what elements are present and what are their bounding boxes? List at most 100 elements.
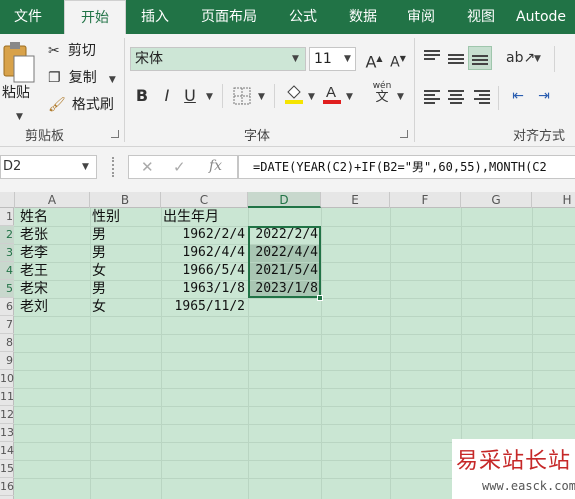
formula-input[interactable]: =DATE(YEAR(C2)+IF(B2="男",60,55),MONTH(C2 (238, 155, 575, 179)
font-name-dropdown-icon[interactable]: ▼ (292, 54, 299, 64)
select-all-corner[interactable] (0, 192, 15, 208)
align-center-icon[interactable] (448, 90, 464, 106)
row-header-7[interactable]: 7 (0, 316, 14, 334)
tab-file[interactable]: 文件 (0, 0, 56, 34)
clipboard-launcher-icon[interactable] (111, 130, 119, 138)
cell-a1[interactable]: 姓名 (20, 208, 48, 226)
format-painter-button[interactable]: 🖌 格式刷 (48, 96, 114, 115)
cell-c3[interactable]: 1962/4/4 (161, 244, 245, 262)
align-right-icon[interactable] (474, 90, 490, 106)
phonetic-guide-button[interactable]: wén 文 (370, 80, 394, 104)
align-left-icon[interactable] (424, 90, 440, 106)
clipboard-group-label: 剪贴板 (25, 129, 65, 144)
italic-button[interactable]: I (155, 84, 179, 108)
bold-label: B (135, 86, 149, 105)
phonetic-dropdown-icon[interactable]: ▼ (397, 92, 404, 102)
middle-align-icon[interactable] (448, 54, 464, 66)
row-header-16[interactable]: 16 (0, 478, 14, 496)
cell-a3[interactable]: 老李 (20, 244, 48, 262)
increase-indent-icon[interactable]: ⇥ (532, 84, 556, 108)
cell-c4[interactable]: 1966/5/4 (161, 262, 245, 280)
row-header-10[interactable]: 10 (0, 370, 14, 388)
fill-handle[interactable] (317, 295, 323, 301)
cell-b3[interactable]: 男 (92, 244, 106, 262)
font-name-combobox[interactable]: 宋体 (130, 47, 306, 71)
fill-color-dropdown-icon[interactable]: ▼ (308, 92, 315, 102)
tab-page-layout[interactable]: 页面布局 (188, 0, 270, 34)
column-header-g[interactable]: G (461, 192, 532, 208)
row-header-12[interactable]: 12 (0, 406, 14, 424)
font-size-dropdown-icon[interactable]: ▼ (344, 54, 351, 64)
orientation-icon[interactable]: ab↗ (506, 46, 535, 70)
cell-c1[interactable]: 出生年月 (163, 208, 219, 226)
cell-a2[interactable]: 老张 (20, 226, 48, 244)
decrease-font-size-icon[interactable]: A▼ (386, 47, 410, 71)
font-launcher-icon[interactable] (400, 130, 408, 138)
column-header-e[interactable]: E (321, 192, 390, 208)
cell-b5[interactable]: 男 (92, 280, 106, 298)
fill-color-icon[interactable] (282, 82, 306, 106)
cut-button[interactable]: ✂ 剪切 (48, 42, 96, 61)
cell-a5[interactable]: 老宋 (20, 280, 48, 298)
column-header-h[interactable]: H (532, 192, 575, 208)
paste-button[interactable]: 粘贴 (0, 40, 40, 101)
top-align-icon[interactable] (424, 50, 440, 62)
tab-insert[interactable]: 插入 (130, 0, 180, 34)
cell-b2[interactable]: 男 (92, 226, 106, 244)
font-group-label: 字体 (244, 129, 271, 144)
copy-button[interactable]: ❐ 复制 ▼ (48, 69, 116, 89)
cell-c5[interactable]: 1963/1/8 (161, 280, 245, 298)
cancel-icon[interactable]: ✕ (141, 158, 154, 176)
orientation-dropdown-icon[interactable]: ▼ (534, 54, 541, 64)
row-header-4[interactable]: 4 (0, 262, 14, 280)
column-header-f[interactable]: F (390, 192, 461, 208)
paste-dropdown-icon[interactable]: ▼ (16, 112, 23, 122)
row-header-3[interactable]: 3 (0, 244, 14, 262)
bold-button[interactable]: B (130, 84, 154, 108)
row-header-5[interactable]: 5 (0, 280, 14, 298)
row-header-15[interactable]: 15 (0, 460, 14, 478)
row-header-2[interactable]: 2 (0, 226, 14, 244)
copy-dropdown-icon[interactable]: ▼ (109, 75, 116, 85)
row-header-1[interactable]: 1 (0, 208, 14, 226)
borders-icon[interactable] (230, 84, 254, 108)
enter-icon[interactable]: ✓ (173, 158, 186, 176)
column-header-b[interactable]: B (90, 192, 161, 208)
row-header-11[interactable]: 11 (0, 388, 14, 406)
cut-label: 剪切 (67, 43, 96, 59)
borders-dropdown-icon[interactable]: ▼ (258, 92, 265, 102)
font-color-icon[interactable]: A (320, 82, 344, 106)
column-header-d[interactable]: D (248, 192, 321, 208)
row-header-8[interactable]: 8 (0, 334, 14, 352)
column-header-c[interactable]: C (161, 192, 248, 208)
cell-a6[interactable]: 老刘 (20, 298, 48, 316)
decrease-indent-icon[interactable]: ⇤ (506, 84, 530, 108)
bottom-align-icon[interactable] (468, 46, 492, 70)
cell-b1[interactable]: 性别 (92, 208, 120, 226)
underline-button[interactable]: U (178, 84, 202, 108)
font-color-dropdown-icon[interactable]: ▼ (346, 92, 353, 102)
cell-c2[interactable]: 1962/2/4 (161, 226, 245, 244)
row-header-13[interactable]: 13 (0, 424, 14, 442)
formula-bar-grip[interactable] (112, 157, 115, 177)
tab-data[interactable]: 数据 (336, 0, 390, 34)
column-header-a[interactable]: A (15, 192, 90, 208)
group-divider (124, 38, 125, 142)
increase-font-size-icon[interactable]: A▲ (362, 47, 386, 71)
tab-formulas[interactable]: 公式 (278, 0, 328, 34)
tab-view[interactable]: 视图 (456, 0, 506, 34)
row-header-14[interactable]: 14 (0, 442, 14, 460)
row-header-6[interactable]: 6 (0, 298, 14, 316)
tab-home[interactable]: 开始 (64, 0, 126, 35)
tab-review[interactable]: 审阅 (396, 0, 446, 34)
underline-dropdown-icon[interactable]: ▼ (206, 92, 213, 102)
name-box-dropdown-icon[interactable]: ▼ (82, 162, 89, 172)
cell-c6[interactable]: 1965/11/2 (161, 298, 245, 316)
row-header-9[interactable]: 9 (0, 352, 14, 370)
borders-grid-icon (233, 87, 251, 105)
insert-function-icon[interactable]: fx (209, 158, 222, 174)
tab-autodesk[interactable]: Autode (516, 0, 575, 34)
cell-b4[interactable]: 女 (92, 262, 106, 280)
cell-b6[interactable]: 女 (92, 298, 106, 316)
cell-a4[interactable]: 老王 (20, 262, 48, 280)
